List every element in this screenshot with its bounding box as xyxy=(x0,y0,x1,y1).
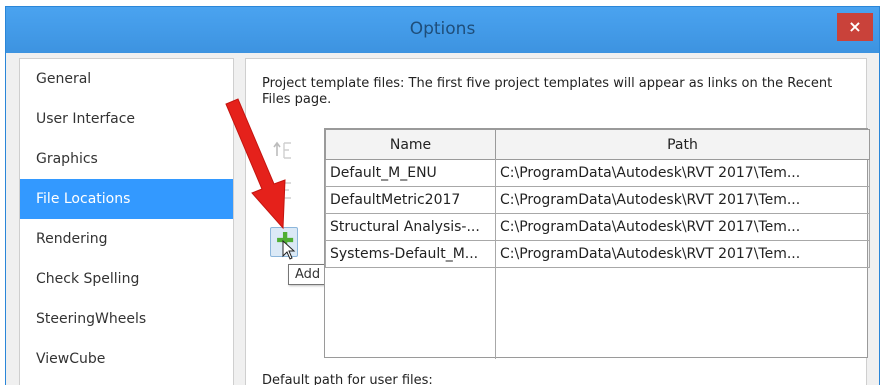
move-up-icon xyxy=(273,141,291,159)
nav-item-check-spelling[interactable]: Check Spelling xyxy=(20,259,233,299)
template-files-table: Name Path Default_M_ENU C:\ProgramData\A… xyxy=(324,128,870,359)
table-row[interactable]: DefaultMetric2017 C:\ProgramData\Autodes… xyxy=(325,186,870,214)
column-header-path[interactable]: Path xyxy=(495,129,870,160)
template-files-description: Project template files: The first five p… xyxy=(262,76,833,107)
nav-item-viewcube[interactable]: ViewCube xyxy=(20,339,233,379)
nav-item-steeringwheels[interactable]: SteeringWheels xyxy=(20,299,233,339)
dialog-body: General User Interface Graphics File Loc… xyxy=(16,53,871,385)
nav-item-graphics[interactable]: Graphics xyxy=(20,139,233,179)
template-path-cell[interactable]: C:\ProgramData\Autodesk\RVT 2017\Tem... xyxy=(495,159,870,187)
table-header-row: Name Path xyxy=(325,129,870,160)
options-nav: General User Interface Graphics File Loc… xyxy=(19,58,234,385)
template-name-cell[interactable]: Systems-Default_M... xyxy=(325,240,496,268)
options-dialog: Options × General User Interface Graphic… xyxy=(5,6,880,385)
table-row[interactable]: Default_M_ENU C:\ProgramData\Autodesk\RV… xyxy=(325,159,870,187)
mouse-cursor-icon xyxy=(282,240,296,260)
move-up-button[interactable] xyxy=(271,138,297,164)
column-header-name[interactable]: Name xyxy=(325,129,496,160)
title-bar[interactable]: Options × xyxy=(6,7,879,53)
default-path-label: Default path for user files: xyxy=(262,373,433,385)
dialog-title: Options xyxy=(409,19,476,39)
nav-item-user-interface[interactable]: User Interface xyxy=(20,99,233,139)
close-button[interactable]: × xyxy=(837,13,873,41)
nav-item-rendering[interactable]: Rendering xyxy=(20,219,233,259)
move-down-icon xyxy=(273,182,291,199)
column-divider xyxy=(495,159,496,359)
template-path-cell[interactable]: C:\ProgramData\Autodesk\RVT 2017\Tem... xyxy=(495,213,870,241)
nav-item-general[interactable]: General xyxy=(20,59,233,99)
table-row[interactable]: Structural Analysis-... C:\ProgramData\A… xyxy=(325,213,870,241)
table-row[interactable]: Systems-Default_M... C:\ProgramData\Auto… xyxy=(325,240,870,268)
move-down-button[interactable] xyxy=(271,178,297,204)
file-locations-panel: Project template files: The first five p… xyxy=(245,58,870,385)
template-name-cell[interactable]: Default_M_ENU xyxy=(325,159,496,187)
template-name-cell[interactable]: DefaultMetric2017 xyxy=(325,186,496,214)
template-path-cell[interactable]: C:\ProgramData\Autodesk\RVT 2017\Tem... xyxy=(495,186,870,214)
template-name-cell[interactable]: Structural Analysis-... xyxy=(325,213,496,241)
nav-item-file-locations[interactable]: File Locations xyxy=(20,179,233,219)
template-path-cell[interactable]: C:\ProgramData\Autodesk\RVT 2017\Tem... xyxy=(495,240,870,268)
